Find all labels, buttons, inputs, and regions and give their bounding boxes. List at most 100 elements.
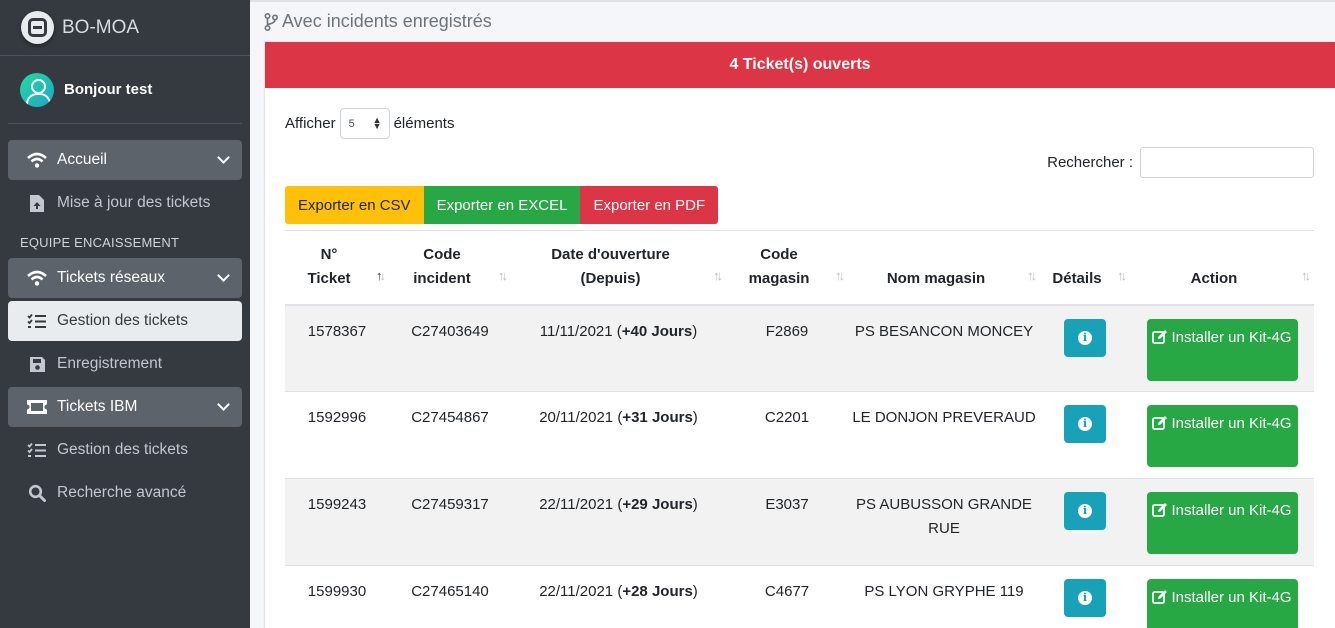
cell-details: i: [1040, 304, 1130, 392]
export-pdf-button[interactable]: Exporter en PDF: [580, 186, 719, 224]
sort-icon: ↑↓: [713, 267, 723, 283]
sidebar-item-label: Tickets IBM: [57, 398, 138, 415]
user-avatar-icon: [20, 72, 54, 107]
cell-ticket: 1599930: [285, 565, 389, 628]
sidebar-item-tickets-ibm[interactable]: Tickets IBM: [8, 387, 242, 427]
sort-icon: ↑↓: [835, 267, 845, 283]
column-header-ticket[interactable]: N° Ticket ↑↓: [285, 230, 389, 306]
install-kit-button[interactable]: Installer un Kit-4G: [1146, 579, 1298, 628]
table-row: 1599930 C27465140 22/11/2021 (+28 Jours)…: [285, 565, 1314, 628]
sidebar-item-gestion-tickets-reseaux[interactable]: Gestion des tickets: [8, 301, 242, 341]
sort-asc-icon: ↑↓: [376, 267, 386, 283]
info-icon: i: [1078, 591, 1092, 605]
page-title: Avec incidents enregistrés: [282, 11, 492, 31]
date-value: 20/11/2021: [539, 409, 614, 426]
details-button[interactable]: i: [1064, 318, 1106, 357]
sort-icon: ↑↓: [498, 267, 508, 283]
sidebar-item-recherche-avance[interactable]: Recherche avancé: [8, 473, 242, 513]
column-header-line: Code: [760, 246, 798, 264]
column-header-incident[interactable]: Code incident ↑↓: [389, 230, 511, 306]
sidebar-item-mise-a-jour[interactable]: Mise à jour des tickets: [8, 183, 242, 223]
chevron-down-icon: [217, 151, 230, 164]
list-icon: [26, 311, 48, 331]
info-icon: i: [1078, 330, 1092, 345]
sidebar-item-label: Tickets réseaux: [57, 269, 165, 286]
install-kit-button[interactable]: Installer un Kit-4G: [1146, 492, 1298, 554]
search-icon: [26, 483, 48, 503]
cell-action: Installer un Kit-4G: [1130, 478, 1314, 566]
user-greeting: Bonjour test: [64, 81, 153, 98]
sidebar-item-accueil[interactable]: Accueil: [8, 140, 242, 180]
details-button[interactable]: i: [1064, 492, 1106, 530]
column-header-line: Action: [1190, 270, 1238, 288]
tickets-card: 4 Ticket(s) ouverts Afficher 5 ▲ ▼ élémen…: [265, 42, 1335, 628]
column-header-action[interactable]: Action ↑↓: [1130, 230, 1314, 306]
cell-date: 11/11/2021 (+40 Jours): [511, 304, 726, 392]
column-header-line: (Depuis): [580, 270, 641, 288]
export-excel-button[interactable]: Exporter en EXCEL: [423, 186, 581, 224]
column-header-line: Détails: [1052, 270, 1102, 288]
sidebar-item-tickets-reseaux[interactable]: Tickets réseaux: [8, 258, 242, 298]
table-header-row: N° Ticket ↑↓ Code incident ↑↓ Date d'ouvertu…: [285, 230, 1314, 306]
search-label: Rechercher :: [1047, 154, 1133, 171]
cell-magasin: C4677: [726, 565, 848, 628]
cell-nom: PS AUBUSSON GRANDE RUE: [848, 478, 1040, 566]
cell-ticket: 1599243: [285, 478, 389, 566]
edit-icon: [1152, 503, 1168, 517]
brand[interactable]: BO-MOA: [0, 0, 250, 56]
install-kit-button[interactable]: Installer un Kit-4G: [1146, 405, 1298, 467]
column-header-details[interactable]: Détails ↑↓: [1040, 230, 1130, 306]
chevron-down-icon: [217, 398, 230, 411]
install-kit-button[interactable]: Installer un Kit-4G: [1146, 318, 1298, 381]
sidebar-item-label: Accueil: [57, 151, 107, 168]
wifi-icon: [26, 268, 48, 288]
column-header-line: incident: [413, 270, 471, 288]
sidebar-nav: Accueil Mise à jour des tickets EQUIPE E…: [0, 124, 250, 513]
cell-details: i: [1040, 478, 1130, 566]
column-header-line: Nom magasin: [886, 270, 986, 288]
cell-ticket: 1578367: [285, 304, 389, 392]
ticket-icon: [26, 397, 48, 417]
user-panel[interactable]: Bonjour test: [8, 56, 242, 124]
table-row: 1599243 C27459317 22/11/2021 (+29 Jours)…: [285, 478, 1314, 566]
show-suffix-label: éléments: [393, 115, 455, 132]
table-row: 1578367 C27403649 11/11/2021 (+40 Jours)…: [285, 304, 1314, 392]
column-header-magasin[interactable]: Code magasin ↑↓: [726, 230, 848, 306]
column-header-line: Date d'ouverture: [551, 246, 670, 264]
cell-nom: PS LYON GRYPHE 119: [848, 565, 1040, 628]
breadcrumb: Avec incidents enregistrés: [264, 11, 492, 32]
search-control: Rechercher :: [1047, 147, 1314, 178]
sidebar-item-label: Recherche avancé: [57, 484, 187, 501]
info-icon: i: [1078, 504, 1092, 518]
cell-incident: C27465140: [389, 565, 511, 628]
export-csv-button[interactable]: Exporter en CSV: [285, 186, 424, 224]
export-buttons: Exporter en CSV Exporter en EXCEL Export…: [285, 186, 719, 224]
column-header-nom[interactable]: Nom magasin ↑↓: [848, 230, 1040, 306]
edit-icon: [1152, 329, 1168, 344]
date-value: 11/11/2021: [539, 322, 613, 340]
date-value: 22/11/2021: [539, 583, 614, 600]
page-length-select[interactable]: 5: [339, 108, 390, 139]
cell-nom: PS BESANCON MONCEY: [848, 304, 1040, 392]
details-button[interactable]: i: [1064, 405, 1106, 443]
page-length-select-wrap: 5 ▲ ▼: [336, 108, 394, 139]
edit-icon: [1152, 416, 1168, 430]
search-input[interactable]: [1140, 147, 1314, 178]
column-header-line: N°: [320, 246, 338, 264]
info-icon: i: [1078, 417, 1092, 431]
brand-name: BO-MOA: [62, 16, 140, 38]
sidebar-item-enregistrement[interactable]: Enregistrement: [8, 344, 242, 384]
show-prefix-label: Afficher: [285, 115, 336, 132]
sidebar: BO-MOA Bonjour test Accueil Mise à jour …: [0, 0, 250, 628]
details-button[interactable]: i: [1064, 579, 1106, 617]
sidebar-item-label: Gestion des tickets: [57, 312, 188, 329]
cell-date: 20/11/2021 (+31 Jours): [511, 391, 726, 479]
install-kit-label: Installer un Kit-4G: [1171, 589, 1292, 606]
cell-action: Installer un Kit-4G: [1130, 565, 1314, 628]
sidebar-item-gestion-tickets-ibm[interactable]: Gestion des tickets: [8, 430, 242, 470]
card-header: 4 Ticket(s) ouverts: [265, 42, 1335, 88]
sort-icon: ↑↓: [1117, 267, 1127, 283]
table-row: 1592996 C27454867 20/11/2021 (+31 Jours)…: [285, 391, 1314, 479]
column-header-date[interactable]: Date d'ouverture (Depuis) ↑↓: [511, 230, 726, 306]
cell-action: Installer un Kit-4G: [1130, 304, 1314, 392]
